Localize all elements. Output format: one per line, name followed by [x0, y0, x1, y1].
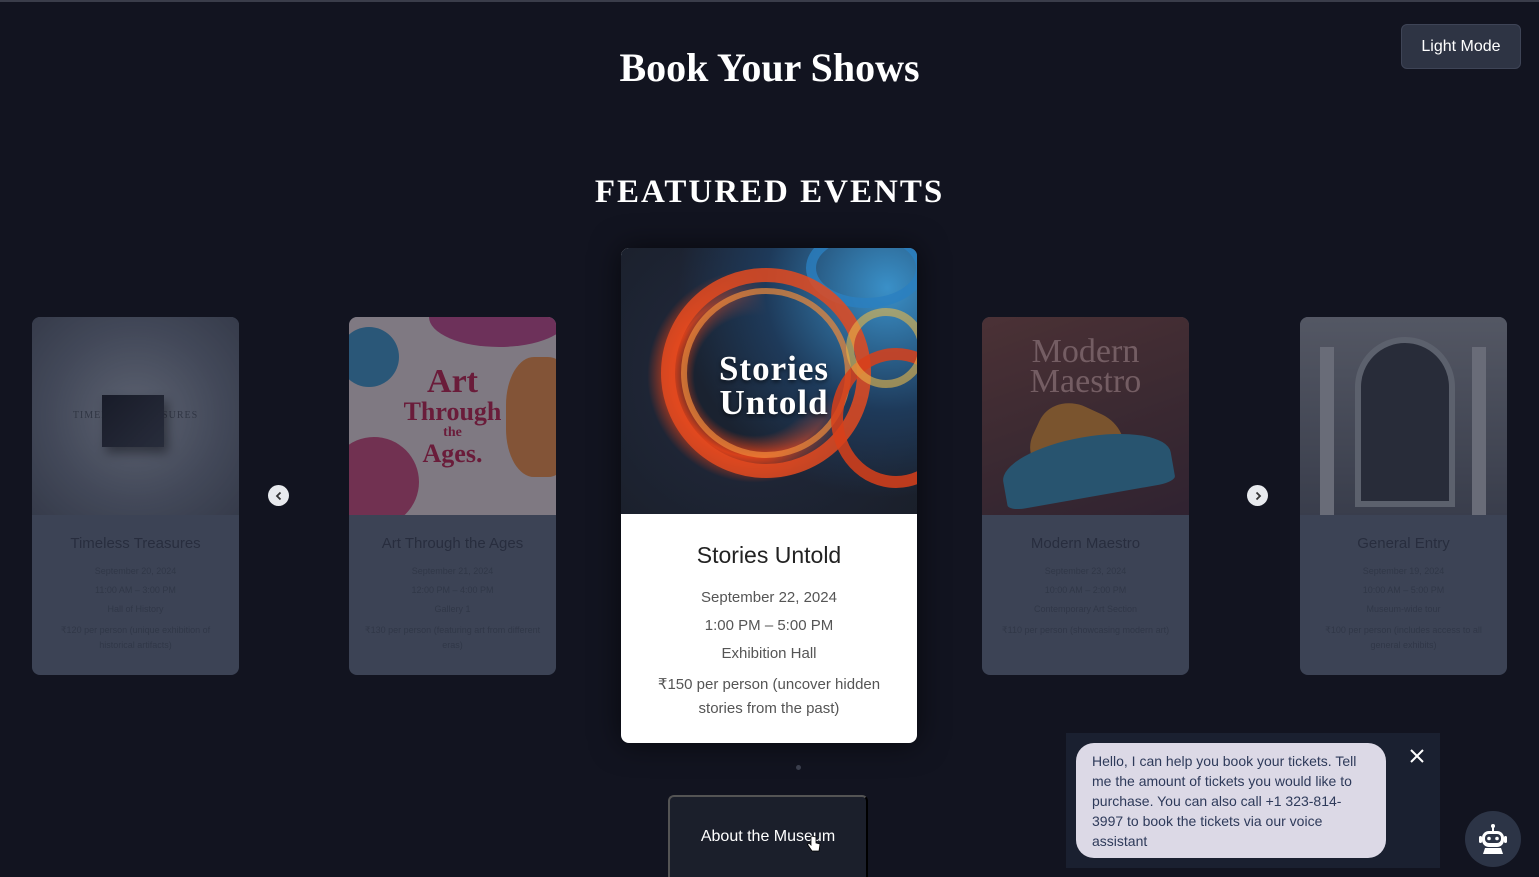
event-time: 10:00 AM – 5:00 PM	[1362, 585, 1445, 595]
cube-graphic	[102, 395, 164, 447]
event-card-timeless-treasures[interactable]: TIMELESS TREASURES Timeless Treasures Se…	[32, 317, 239, 675]
event-date: September 21, 2024	[411, 566, 494, 576]
carousel-indicator-dot[interactable]	[796, 765, 801, 770]
carousel-prev-button[interactable]	[268, 485, 289, 506]
event-thumbnail: TIMELESS TREASURES	[32, 317, 239, 515]
page-title: Book Your Shows	[619, 45, 920, 90]
event-title: Timeless Treasures	[70, 535, 201, 552]
event-title: General Entry	[1357, 535, 1450, 552]
event-location: Gallery 1	[434, 604, 471, 614]
event-location: Hall of History	[107, 604, 164, 614]
event-date: September 19, 2024	[1362, 566, 1445, 576]
event-card-art-through-the-ages[interactable]: Art Through the Ages. Art Through the Ag…	[349, 317, 556, 675]
thumbnail-text: Stories Untold	[718, 349, 830, 422]
event-thumbnail: Modern Maestro	[982, 317, 1189, 515]
event-card-general-entry[interactable]: General Entry September 19, 2024 10:00 A…	[1300, 317, 1507, 675]
event-description: ₹100 per person (includes access to all …	[1325, 625, 1482, 650]
event-description: ₹110 per person (showcasing modern art)	[1001, 625, 1170, 635]
event-thumbnail: Stories Untold	[621, 248, 917, 514]
about-museum-button[interactable]: About the Museum	[668, 795, 868, 877]
chat-panel: Hello, I can help you book your tickets.…	[1066, 733, 1440, 868]
chat-message: Hello, I can help you book your tickets.…	[1076, 743, 1386, 858]
event-thumbnail	[1300, 317, 1507, 515]
event-title: Modern Maestro	[1030, 535, 1141, 552]
event-time: 10:00 AM – 2:00 PM	[1044, 585, 1127, 595]
robot-icon	[1479, 824, 1507, 854]
event-location: Exhibition Hall	[721, 645, 817, 662]
column-graphic	[1320, 347, 1334, 515]
column-graphic	[1472, 347, 1486, 515]
event-card-modern-maestro[interactable]: Modern Maestro Modern Maestro September …	[982, 317, 1189, 675]
carousel-next-button[interactable]	[1247, 485, 1268, 506]
hand-cursor-icon	[806, 835, 821, 858]
event-time: 1:00 PM – 5:00 PM	[704, 617, 834, 634]
event-card-stories-untold[interactable]: Stories Untold Stories Untold September …	[621, 248, 917, 743]
event-date: September 22, 2024	[701, 589, 837, 606]
event-date: September 23, 2024	[1044, 566, 1127, 576]
event-description: ₹130 per person (featuring art from diff…	[364, 625, 541, 650]
event-date: September 20, 2024	[94, 566, 177, 576]
event-thumbnail: Art Through the Ages.	[349, 317, 556, 515]
chevron-left-icon	[275, 491, 281, 500]
event-description: ₹150 per person (uncover hidden stories …	[657, 676, 881, 717]
event-location: Museum-wide tour	[1366, 604, 1441, 614]
arch-graphic	[1355, 337, 1455, 507]
thumbnail-text: Art Through the Ages.	[403, 363, 502, 469]
event-location: Contemporary Art Section	[1033, 604, 1138, 614]
event-description: ₹120 per person (unique exhibition of hi…	[60, 625, 211, 650]
event-title: Art Through the Ages	[381, 535, 524, 552]
thumbnail-text: Modern Maestro	[1029, 333, 1142, 400]
event-time: 12:00 PM – 4:00 PM	[411, 585, 494, 595]
chevron-right-icon	[1255, 491, 1261, 500]
featured-events-heading: FEATURED EVENTS	[594, 174, 945, 210]
event-title: Stories Untold	[696, 542, 842, 568]
event-time: 11:00 AM – 3:00 PM	[95, 585, 176, 595]
paint-blob	[429, 317, 556, 347]
chatbot-button[interactable]	[1465, 811, 1521, 867]
close-icon[interactable]	[1410, 745, 1424, 767]
paint-swoosh	[998, 422, 1176, 512]
